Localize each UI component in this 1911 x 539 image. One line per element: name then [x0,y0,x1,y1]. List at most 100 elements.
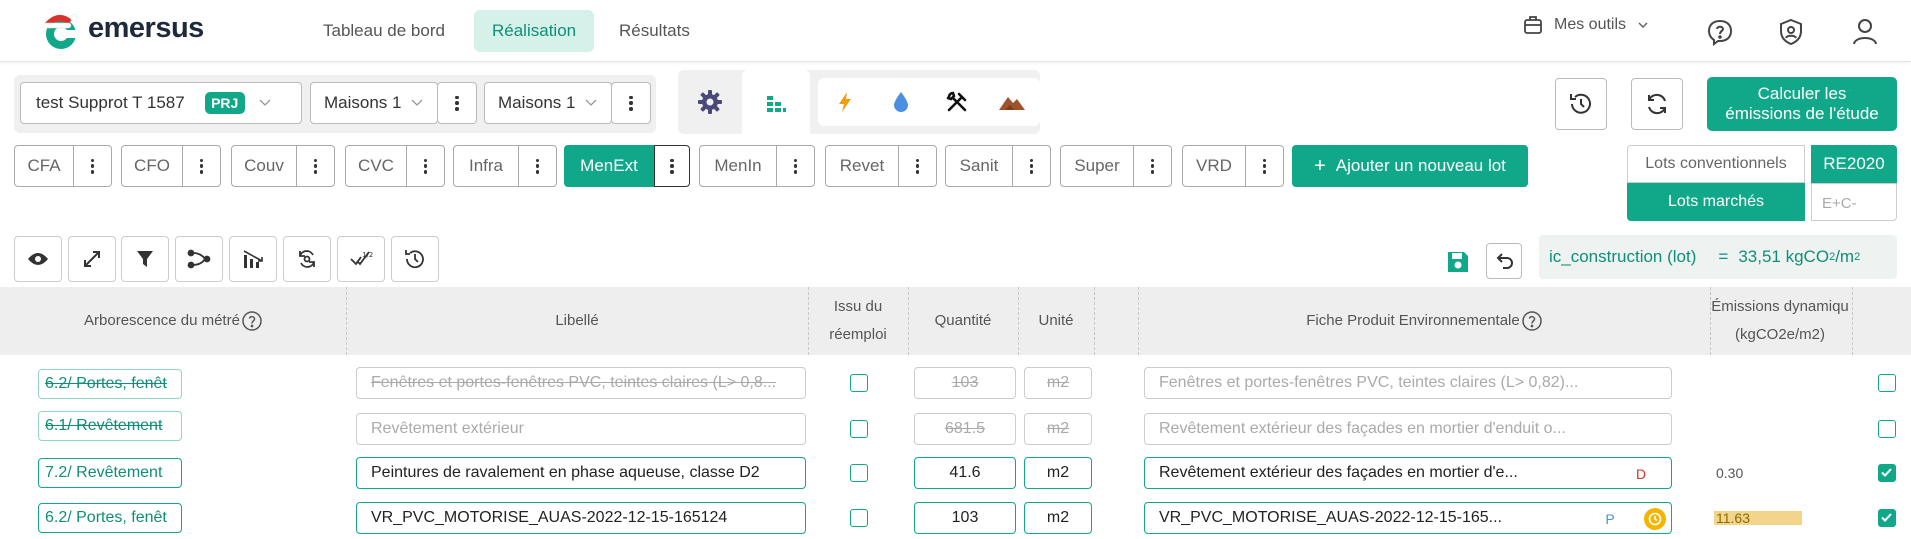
fpe-select[interactable]: Revêtement extérieur des façades en mort… [1144,457,1672,489]
user-icon[interactable] [1852,17,1878,45]
lot-more-button[interactable] [1246,145,1284,187]
lot-label[interactable]: CFA [14,145,74,187]
settings-tab[interactable] [686,78,734,126]
help-icon[interactable] [1706,18,1734,46]
filter-button[interactable] [121,236,169,282]
sync-button[interactable] [283,236,331,282]
lot-more-button[interactable] [183,145,221,187]
history-button[interactable] [1555,78,1607,130]
reuse-checkbox[interactable] [850,509,868,527]
materials-tab[interactable] [742,70,810,138]
branch-button[interactable] [175,236,223,282]
visibility-button[interactable] [14,236,62,282]
add-lot-button[interactable]: + Ajouter un nouveau lot [1292,145,1528,187]
row-select-checkbox[interactable] [1878,374,1896,392]
header-emissions[interactable]: Émissions dynamiqu (kgCO2e/m2) [1710,287,1850,355]
row-select-checkbox[interactable] [1878,509,1896,527]
header-label[interactable]: Libellé [346,287,808,355]
unit-select[interactable]: m2 [1024,502,1092,534]
emersus-logo-icon[interactable] [38,8,84,52]
lot-menext[interactable]: MenExt [564,145,690,187]
building-select-2[interactable]: Maisons 1 [484,82,612,124]
lot-menin[interactable]: MenIn [699,145,815,187]
label-input[interactable]: Peintures de ravalement en phase aqueuse… [356,457,806,489]
tree-tag[interactable]: 7.2/ Revêtement [38,458,182,488]
tree-tag[interactable]: 6.1/ Revêtement [38,411,182,441]
unit-select[interactable]: m2 [1024,367,1092,399]
lots-marches-toggle[interactable]: Lots marchés [1627,183,1805,221]
lots-conventionnels-toggle[interactable]: Lots conventionnels [1627,145,1805,183]
table-row[interactable]: 6.2/ Portes, fenêt Fenêtres et portes-fe… [0,360,1911,404]
calculate-emissions-button[interactable]: Calculer les émissions de l'étude [1707,77,1897,131]
lot-more-button[interactable] [74,145,112,187]
lot-infra[interactable]: Infra [453,145,557,187]
lot-sanit[interactable]: Sanit [945,145,1051,187]
help-circle-icon[interactable] [1521,311,1542,331]
brand-name[interactable]: emersus [88,12,204,45]
tree-tag[interactable]: 6.2/ Portes, fenêt [38,369,182,399]
lot-cfo[interactable]: CFO [121,145,221,187]
lot-label[interactable]: Sanit [945,145,1013,187]
quantity-input[interactable]: 41.6 [914,457,1016,489]
reuse-checkbox[interactable] [850,374,868,392]
lot-more-button[interactable] [899,145,937,187]
fpe-select[interactable]: Revêtement extérieur des façades en mort… [1144,413,1672,445]
lot-more-button[interactable] [407,145,445,187]
lot-super[interactable]: Super [1060,145,1172,187]
unit-select[interactable]: m2 [1024,413,1092,445]
tree-tag[interactable]: 6.2/ Portes, fenêt [38,503,182,533]
land-tab[interactable] [992,82,1032,122]
energy-tab[interactable] [826,82,864,122]
save-icon[interactable] [1446,250,1470,274]
project-select[interactable]: test Supprot T 1587 PRJ [20,82,302,124]
table-row[interactable]: 6.2/ Portes, fenêt VR_PVC_MOTORISE_AUAS-… [0,495,1911,539]
history-filter-button[interactable] [391,236,439,282]
clock-warning-icon[interactable] [1644,508,1666,530]
fpe-select[interactable]: Fenêtres et portes-fenêtres PVC, teintes… [1144,367,1672,399]
lot-label[interactable]: VRD [1182,145,1246,187]
lot-more-button[interactable] [1013,145,1051,187]
building-1-more-button[interactable] [437,82,477,124]
lot-label[interactable]: Super [1060,145,1134,187]
building-2-more-button[interactable] [611,82,651,124]
nav-resultats[interactable]: Résultats [601,10,708,52]
site-tab[interactable] [938,82,976,122]
ec-toggle[interactable]: E+C- [1811,183,1897,221]
water-tab[interactable] [882,82,920,122]
undo-button[interactable] [1486,243,1522,279]
lot-label[interactable]: Infra [453,145,519,187]
lot-label[interactable]: MenExt [564,145,654,187]
lot-more-button[interactable] [1134,145,1172,187]
reuse-checkbox[interactable] [850,420,868,438]
re2020-toggle[interactable]: RE2020 [1811,145,1897,183]
expand-button[interactable] [68,236,116,282]
quantity-input[interactable]: 103 [914,502,1016,534]
refresh-button[interactable] [1631,78,1683,130]
header-unit[interactable]: Unité [1018,287,1094,355]
validate-button[interactable]: 1/2 [337,236,385,282]
unit-select[interactable]: m2 [1024,457,1092,489]
building-select-1[interactable]: Maisons 1 [310,82,438,124]
lot-label[interactable]: MenIn [699,145,777,187]
header-reuse[interactable]: Issu du réemploi [808,287,908,355]
tools-menu[interactable]: Mes outils [1522,14,1648,36]
help-circle-icon[interactable] [242,311,262,331]
nav-tableau-de-bord[interactable]: Tableau de bord [305,10,463,52]
chart-button[interactable] [229,236,277,282]
shield-icon[interactable] [1778,18,1804,46]
header-quantity[interactable]: Quantité [908,287,1018,355]
label-input[interactable]: Revêtement extérieur [356,413,806,445]
table-row[interactable]: 7.2/ Revêtement Peintures de ravalement … [0,450,1911,494]
lot-label[interactable]: CFO [121,145,183,187]
lot-cvc[interactable]: CVC [345,145,445,187]
row-select-checkbox[interactable] [1878,420,1896,438]
table-row[interactable]: 6.1/ Revêtement Revêtement extérieur 681… [0,405,1911,449]
header-tree[interactable]: Arborescence du métré [0,287,346,355]
lot-label[interactable]: Revet [825,145,899,187]
lot-label[interactable]: CVC [345,145,407,187]
nav-realisation[interactable]: Réalisation [474,10,595,52]
lot-label[interactable]: Couv [231,145,297,187]
lot-cfa[interactable]: CFA [14,145,112,187]
header-fpe[interactable]: Fiche Produit Environnementale [1138,287,1710,355]
lot-more-button[interactable] [297,145,335,187]
